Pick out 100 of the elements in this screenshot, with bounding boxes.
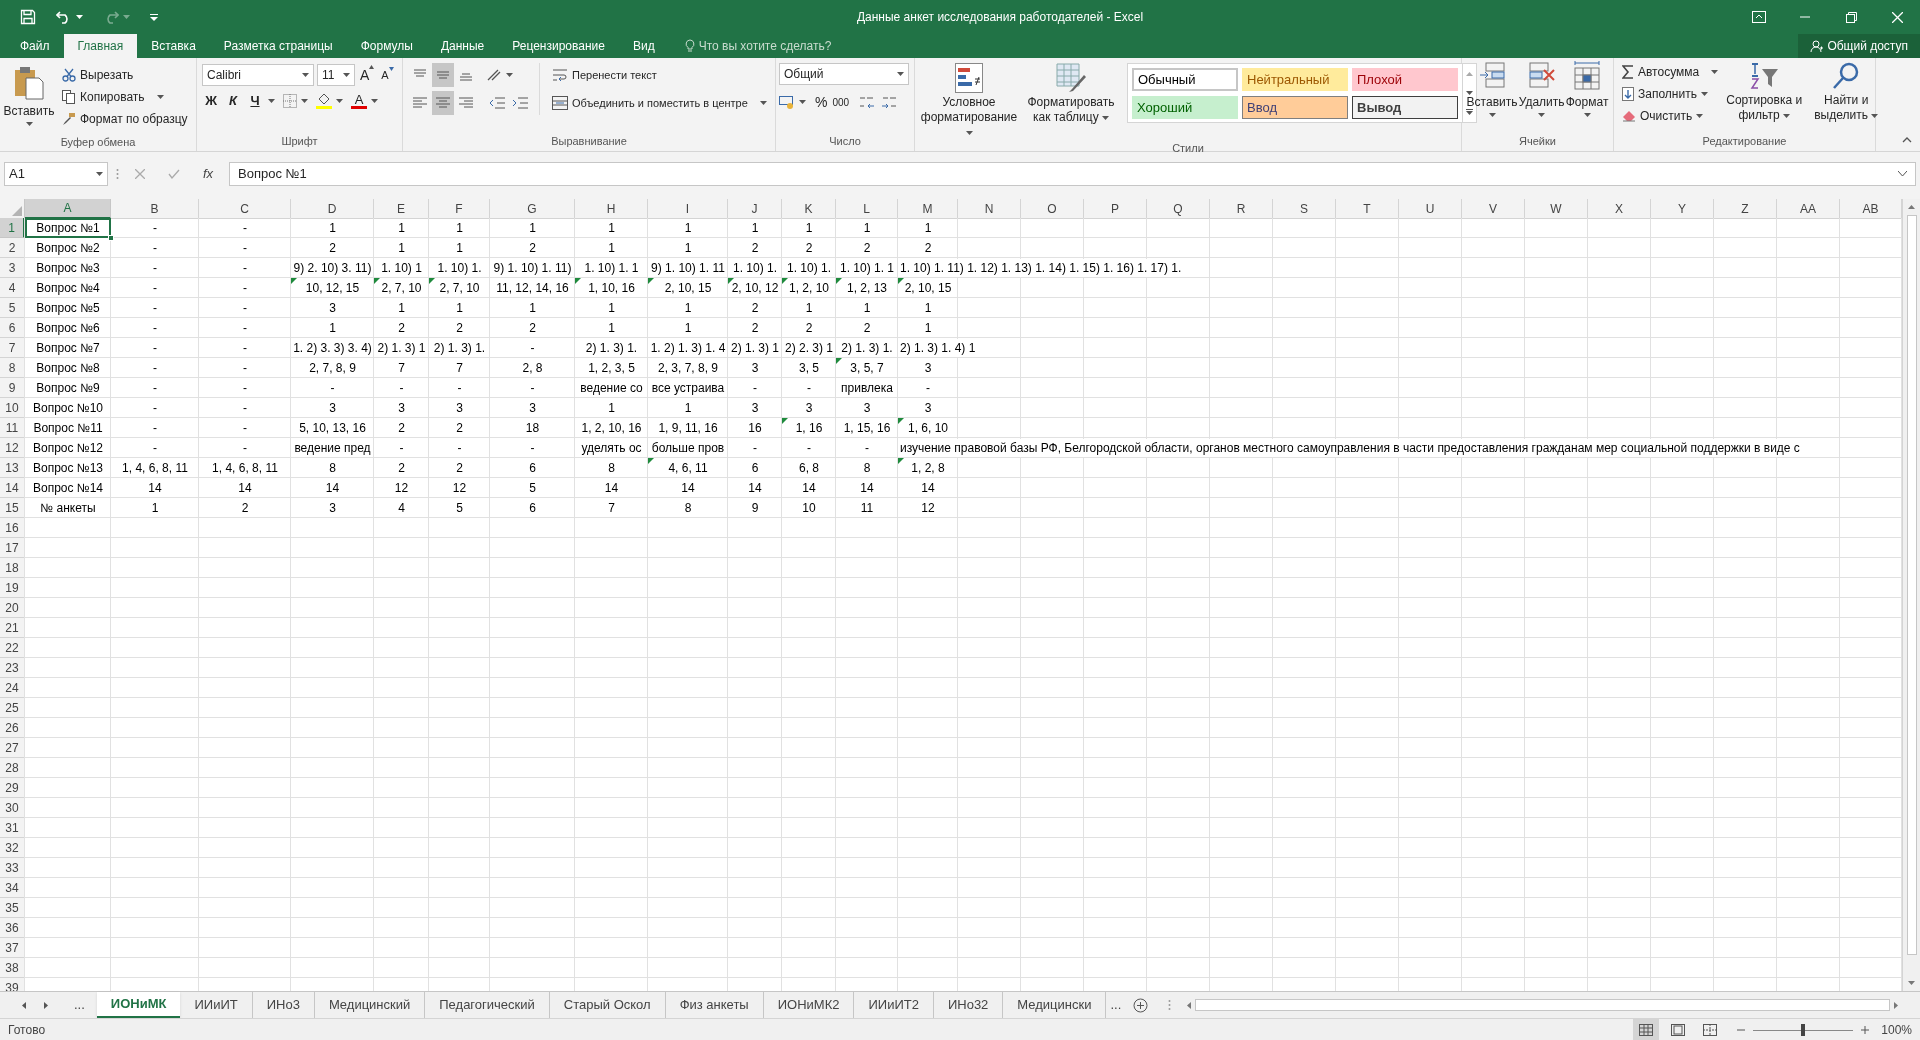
autosum-button[interactable]: Автосумма xyxy=(1622,61,1719,83)
ribbon-tab[interactable]: Главная xyxy=(63,34,138,58)
column-header[interactable]: V xyxy=(1462,199,1525,219)
row-header[interactable]: 30 xyxy=(0,798,25,818)
copy-button[interactable]: Копировать xyxy=(58,86,192,108)
row-header[interactable]: 11 xyxy=(0,418,25,438)
row-header[interactable]: 15 xyxy=(0,498,25,518)
clear-button[interactable]: Очистить xyxy=(1622,105,1719,127)
paste-button[interactable]: Вставить xyxy=(4,62,54,133)
column-header[interactable]: AA xyxy=(1777,199,1840,219)
column-header[interactable]: G xyxy=(490,199,575,219)
row-header[interactable]: 2 xyxy=(0,238,25,258)
column-header[interactable]: X xyxy=(1588,199,1651,219)
name-box[interactable]: A1 xyxy=(4,161,108,186)
row-header[interactable]: 18 xyxy=(0,558,25,578)
currency-button[interactable] xyxy=(779,95,806,109)
share-button[interactable]: Общий доступ xyxy=(1798,34,1920,58)
insert-function-button[interactable]: fx xyxy=(195,163,221,184)
row-header[interactable]: 8 xyxy=(0,358,25,378)
find-select-button[interactable]: Найти и выделить xyxy=(1810,61,1883,127)
row-header[interactable]: 13 xyxy=(0,458,25,478)
row-header[interactable]: 5 xyxy=(0,298,25,318)
number-format-field[interactable]: Общий xyxy=(779,63,909,85)
row-header[interactable]: 7 xyxy=(0,338,25,358)
column-header[interactable]: E xyxy=(374,199,429,219)
scrollbar-thumb[interactable] xyxy=(1195,999,1890,1011)
row-header[interactable]: 1 xyxy=(0,218,25,238)
column-header[interactable]: M xyxy=(898,199,958,219)
column-header[interactable]: T xyxy=(1336,199,1399,219)
row-header[interactable]: 27 xyxy=(0,738,25,758)
column-header[interactable]: A xyxy=(25,199,111,219)
ribbon-tab[interactable]: Рецензирование xyxy=(498,34,619,58)
row-header[interactable]: 39 xyxy=(0,978,25,991)
row-header[interactable]: 20 xyxy=(0,598,25,618)
row-header[interactable]: 28 xyxy=(0,758,25,778)
column-header[interactable]: J xyxy=(728,199,782,219)
tell-me-field[interactable]: Что вы хотите сделать? xyxy=(684,34,832,58)
sort-filter-button[interactable]: Сортировка и фильтр xyxy=(1726,61,1803,127)
column-header[interactable]: K xyxy=(782,199,836,219)
fill-color-button[interactable] xyxy=(316,93,343,109)
column-header[interactable]: R xyxy=(1210,199,1273,219)
percent-button[interactable]: % xyxy=(815,91,828,113)
font-size-field[interactable]: 11 xyxy=(317,64,355,86)
cell-style[interactable]: Хороший xyxy=(1132,96,1238,119)
format-cells-button[interactable]: Формат xyxy=(1565,61,1609,117)
column-header[interactable]: N xyxy=(958,199,1021,219)
italic-button[interactable]: К xyxy=(224,91,242,111)
row-header[interactable]: 17 xyxy=(0,538,25,558)
scrollbar-thumb[interactable] xyxy=(1906,215,1917,955)
column-header[interactable]: I xyxy=(648,199,728,219)
cell-style[interactable]: Вывод xyxy=(1352,96,1458,119)
format-painter-button[interactable]: Формат по образцу xyxy=(58,108,192,130)
font-name-field[interactable]: Calibri xyxy=(202,64,314,86)
column-header[interactable]: Q xyxy=(1147,199,1210,219)
column-header[interactable]: U xyxy=(1399,199,1462,219)
borders-button[interactable] xyxy=(283,94,308,108)
row-header[interactable]: 31 xyxy=(0,818,25,838)
increase-decimal-button[interactable] xyxy=(858,94,877,110)
row-header[interactable]: 36 xyxy=(0,918,25,938)
row-header[interactable]: 25 xyxy=(0,698,25,718)
underline-button[interactable]: Ч xyxy=(246,91,264,111)
row-header[interactable]: 35 xyxy=(0,898,25,918)
next-sheet-button[interactable] xyxy=(44,1001,48,1009)
shrink-font-button[interactable]: A xyxy=(379,66,396,84)
font-color-button[interactable]: A xyxy=(351,93,378,109)
more-sheets-button[interactable]: ... xyxy=(70,992,89,1018)
vertical-scrollbar[interactable] xyxy=(1902,199,1920,991)
column-header[interactable]: L xyxy=(836,199,898,219)
collapse-ribbon-button[interactable] xyxy=(1902,137,1912,143)
ribbon-tab[interactable]: Данные xyxy=(426,34,499,58)
row-header[interactable]: 3 xyxy=(0,258,25,278)
merge-center-button[interactable]: Объединить и поместить в центре xyxy=(548,91,771,115)
format-as-table-button[interactable]: Форматировать как таблицу xyxy=(1023,61,1119,140)
view-button[interactable] xyxy=(1633,1019,1660,1040)
fill-handle[interactable] xyxy=(108,235,114,241)
row-header[interactable]: 6 xyxy=(0,318,25,338)
formula-input[interactable]: Вопрос №1 xyxy=(229,161,1916,186)
row-header[interactable]: 24 xyxy=(0,678,25,698)
row-header[interactable]: 21 xyxy=(0,618,25,638)
column-header[interactable]: Z xyxy=(1714,199,1777,219)
bold-button[interactable]: Ж xyxy=(202,91,220,111)
column-header[interactable]: Y xyxy=(1651,199,1714,219)
sheet-tab[interactable]: ИОНиМК xyxy=(96,992,181,1018)
column-header[interactable]: C xyxy=(199,199,291,219)
column-header[interactable]: F xyxy=(429,199,490,219)
ribbon-tab[interactable]: Файл xyxy=(6,34,64,58)
row-header[interactable]: 37 xyxy=(0,938,25,958)
row-header[interactable]: 22 xyxy=(0,638,25,658)
align-button[interactable] xyxy=(432,91,454,115)
row-header[interactable]: 23 xyxy=(0,658,25,678)
slider-thumb[interactable] xyxy=(1801,1024,1806,1036)
row-header[interactable]: 33 xyxy=(0,858,25,878)
row-header[interactable]: 4 xyxy=(0,278,25,298)
cell-style[interactable]: Нейтральный xyxy=(1242,68,1348,91)
cell-style[interactable]: Ввод xyxy=(1242,96,1348,119)
ribbon-tab[interactable]: Вставка xyxy=(137,34,210,58)
row-header[interactable]: 38 xyxy=(0,958,25,978)
row-header[interactable]: 29 xyxy=(0,778,25,798)
zoom-slider[interactable] xyxy=(1753,1024,1854,1036)
column-header[interactable]: AB xyxy=(1840,199,1902,219)
